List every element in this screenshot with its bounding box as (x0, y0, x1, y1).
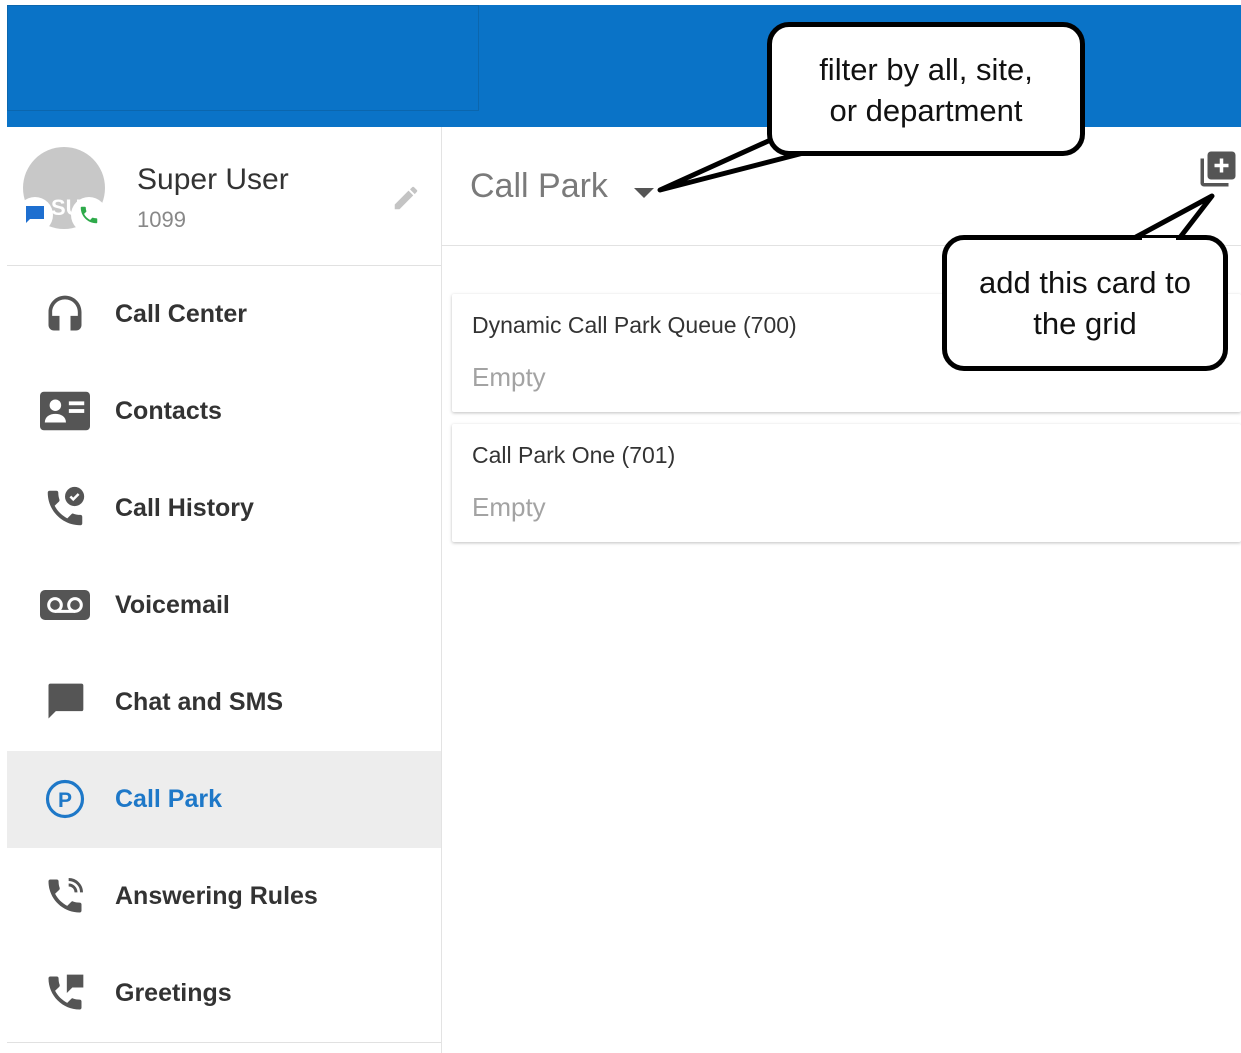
add-card-callout: add this card to the grid (942, 235, 1228, 371)
pointer-join-mask (1142, 238, 1176, 243)
callout-line: or department (829, 93, 1023, 128)
add-callout-pointer (1133, 193, 1215, 243)
callout-pointers (657, 119, 1215, 243)
pointer-join-mask (778, 140, 856, 145)
callout-text: filter by all, site, or department (772, 27, 1080, 131)
callout-line: add this card to (979, 265, 1191, 300)
callout-text: add this card to the grid (947, 240, 1223, 344)
callout-line: filter by all, site, (819, 52, 1033, 87)
callout-line: the grid (1033, 306, 1137, 341)
filter-callout: filter by all, site, or department (767, 22, 1085, 156)
